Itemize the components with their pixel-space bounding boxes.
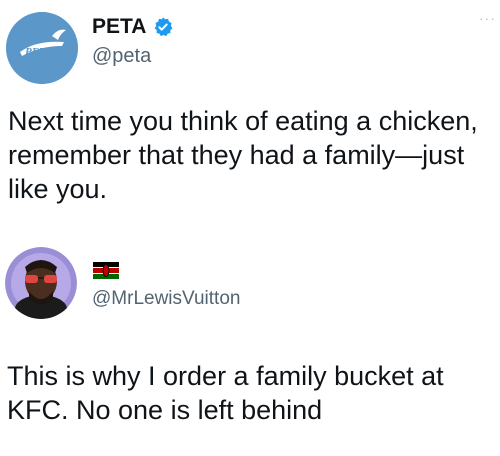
more-options-icon[interactable]: ··· [479, 10, 496, 26]
tweet-text-line: like you. [8, 174, 108, 204]
peta-avatar[interactable]: PETA [6, 12, 78, 84]
peta-logo-icon: PETA [6, 12, 78, 84]
peta-logo-text: PETA [25, 46, 53, 58]
reply-text-line: KFC. No one is left behind [7, 395, 323, 425]
reply-author-handle[interactable]: @MrLewisVuitton [92, 288, 240, 310]
kenya-flag-icon [93, 262, 119, 279]
verified-badge-icon [155, 17, 173, 37]
tweet-text: Next time you think of eating a chicken,… [8, 104, 500, 206]
screenshot: PETA PETA @peta ··· Next time you think … [0, 0, 500, 456]
person-avatar-icon [5, 247, 77, 319]
author-display-name[interactable]: PETA [92, 15, 146, 39]
author-name-row: PETA [92, 15, 174, 39]
user-avatar[interactable] [5, 247, 77, 319]
reply-text-line: This is why I order a family bucket at [7, 361, 444, 391]
author-handle[interactable]: @peta [92, 45, 151, 68]
tweet-text-line: Next time you think of eating a chicken, [8, 106, 478, 136]
tweet-text-line: remember that they had a family—just [8, 140, 465, 170]
reply-text: This is why I order a family bucket at K… [7, 359, 500, 427]
